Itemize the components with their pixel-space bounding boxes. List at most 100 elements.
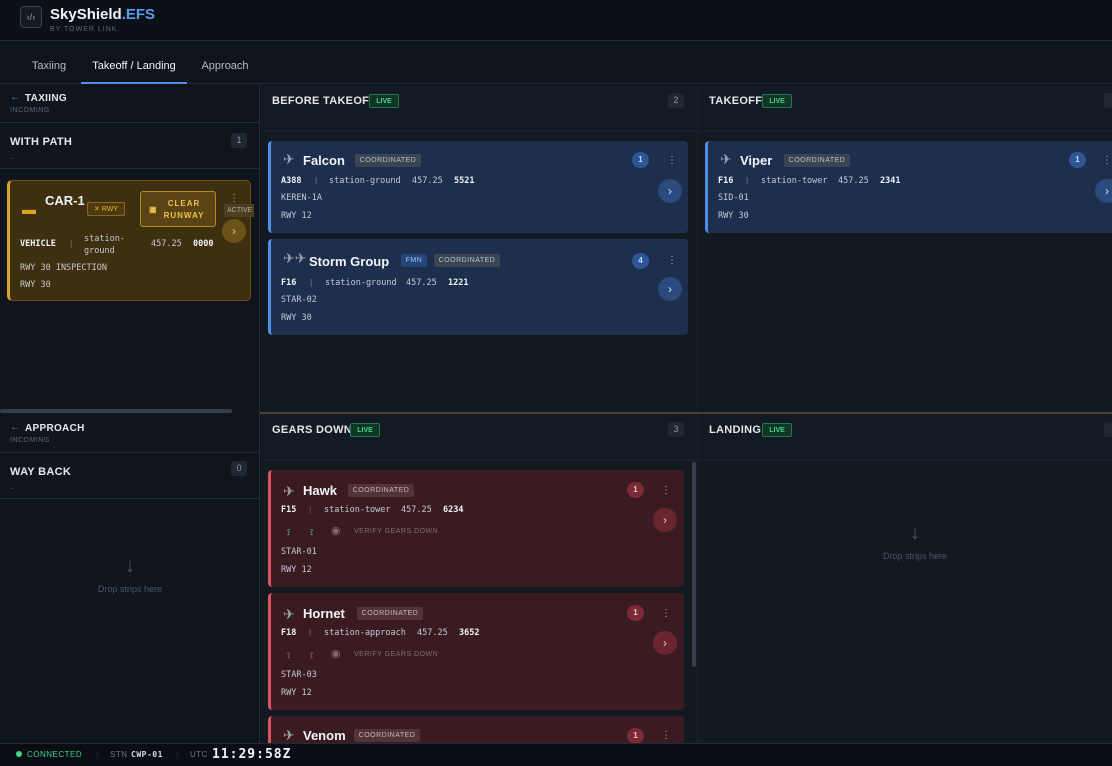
stn-label: STN bbox=[110, 750, 128, 759]
vertical-scrollbar[interactable] bbox=[692, 462, 696, 667]
frequency: 457.25 bbox=[412, 176, 443, 186]
tab-taxiing[interactable]: Taxiing bbox=[20, 41, 78, 84]
route: STAR-01 bbox=[281, 547, 317, 557]
callsign: Viper bbox=[740, 153, 773, 168]
drop-zone[interactable]: ↓ Drop strips here bbox=[698, 522, 1112, 561]
chevron-right-icon[interactable]: › bbox=[1095, 179, 1112, 203]
aircraft-type: F15 bbox=[281, 505, 297, 515]
separator: | bbox=[176, 750, 179, 759]
status-badge: COORDINATED bbox=[355, 154, 421, 167]
tab-bar: Taxiing Takeoff / Landing Approach bbox=[0, 41, 1112, 84]
more-menu-icon[interactable]: ⋮ bbox=[667, 255, 677, 266]
tab-approach[interactable]: Approach bbox=[192, 41, 258, 84]
status-badge: ACTIVE bbox=[224, 204, 254, 217]
approach-section-header: ← APPROACH INCOMING bbox=[0, 415, 260, 453]
station: station-ground bbox=[325, 278, 397, 288]
vehicle-strip-car-1[interactable]: ▬ CAR-1 ✕ RWY ▣ CLEAR RUNWAY ⋮ ACTIVE › V… bbox=[7, 180, 254, 301]
frequency: 457.25 bbox=[406, 278, 437, 288]
vehicle-freq: 457.25 bbox=[151, 239, 182, 249]
arrow-left-icon: ← bbox=[10, 422, 20, 433]
strip-storm-group[interactable]: ✈✈ Storm Group FMN COORDINATED 4 ⋮ › F16… bbox=[268, 239, 688, 335]
row-divider[interactable] bbox=[260, 412, 1112, 414]
count-badge: 1 bbox=[1069, 152, 1086, 168]
more-menu-icon[interactable]: ⋮ bbox=[661, 608, 671, 619]
chevron-right-icon[interactable]: › bbox=[658, 179, 682, 203]
count-badge: 1 bbox=[627, 728, 644, 744]
before-takeoff-header: BEFORE TAKEOFF LIVE 2 bbox=[261, 85, 697, 132]
takeoff-header: TAKEOFF LIVE bbox=[698, 85, 1112, 132]
utc-label: UTC bbox=[190, 750, 208, 759]
horizontal-scrollbar[interactable] bbox=[0, 409, 232, 413]
more-menu-icon[interactable]: ⋮ bbox=[229, 193, 239, 204]
more-menu-icon[interactable]: ⋮ bbox=[661, 730, 671, 741]
more-menu-icon[interactable]: ⋮ bbox=[667, 155, 677, 166]
aircraft-type: A388 bbox=[281, 176, 302, 186]
runway: RWY 12 bbox=[281, 565, 312, 575]
eye-icon[interactable]: ◉ bbox=[331, 647, 341, 660]
strip-hawk[interactable]: ✈ Hawk COORDINATED 1 ⋮ › F15 | station-t… bbox=[268, 470, 684, 587]
drop-zone[interactable]: ↓ Drop strips here bbox=[0, 555, 260, 594]
chevron-right-icon[interactable]: › bbox=[653, 631, 677, 655]
airplane-icon: ✈ bbox=[283, 727, 295, 743]
separator: | bbox=[96, 750, 99, 759]
strip-hornet[interactable]: ✈ Hornet COORDINATED 1 ⋮ › F18 | station… bbox=[268, 593, 684, 710]
strip-viper[interactable]: ✈ Viper COORDINATED 1 ⋮ › F16 | station-… bbox=[705, 141, 1112, 233]
strip-falcon[interactable]: ✈ Falcon COORDINATED 1 ⋮ › A388 | statio… bbox=[268, 141, 688, 233]
count-badge: 1 bbox=[627, 605, 644, 621]
app-name-accent: .EFS bbox=[121, 6, 156, 23]
eye-icon[interactable]: ◉ bbox=[331, 524, 341, 537]
taxiing-subtitle: INCOMING bbox=[10, 107, 50, 114]
aircraft-type: F18 bbox=[281, 628, 297, 638]
chevron-right-icon[interactable]: › bbox=[658, 277, 682, 301]
airplane-icon: ✈ bbox=[283, 483, 295, 499]
tab-takeoff-landing[interactable]: Takeoff / Landing bbox=[81, 41, 187, 84]
logo-icon: ‹/› bbox=[20, 6, 42, 28]
chevron-right-icon[interactable]: › bbox=[653, 508, 677, 532]
gear-up-icon: ⟟ bbox=[287, 650, 291, 660]
frequency: 457.25 bbox=[401, 505, 432, 515]
count-badge: 4 bbox=[632, 253, 649, 269]
landing-column bbox=[698, 461, 1112, 743]
way-back-count: 0 bbox=[231, 461, 247, 476]
chevron-right-icon[interactable]: › bbox=[222, 219, 246, 243]
live-badge: LIVE bbox=[369, 94, 399, 108]
vehicle-type: VEHICLE bbox=[20, 239, 56, 249]
taxiing-title: TAXIING bbox=[25, 93, 67, 104]
formation-badge: FMN bbox=[401, 254, 427, 267]
column-divider bbox=[697, 85, 698, 743]
landing-title: LANDING bbox=[709, 424, 762, 436]
gears-down-title: GEARS DOWN bbox=[272, 424, 352, 436]
app-header: ‹/› SkyShield.EFS BY TOWER LINK bbox=[0, 0, 1112, 41]
clear-runway-button[interactable]: ▣ CLEAR RUNWAY bbox=[140, 191, 216, 227]
vehicle-runway: RWY 30 bbox=[20, 280, 51, 290]
separator: | bbox=[309, 504, 312, 514]
count-badge: 1 bbox=[632, 152, 649, 168]
aircraft-type: F16 bbox=[281, 278, 297, 288]
before-takeoff-title: BEFORE TAKEOFF bbox=[272, 95, 377, 107]
formation-icon: ✈✈ bbox=[283, 250, 307, 266]
vehicle-station: station-ground bbox=[84, 234, 125, 256]
gear-down-icon: ⟟ bbox=[310, 527, 314, 537]
airplane-icon: ✈ bbox=[283, 606, 295, 622]
station: station-ground bbox=[329, 176, 401, 186]
vehicle-code: 0000 bbox=[193, 239, 214, 249]
landing-header: LANDING LIVE bbox=[698, 414, 1112, 461]
gear-down-icon: ⟟ bbox=[287, 527, 291, 537]
arrow-down-icon: ↓ bbox=[910, 522, 920, 544]
gear-up-icon: ⟟ bbox=[310, 650, 314, 660]
frequency: 457.25 bbox=[417, 628, 448, 638]
callsign: Hawk bbox=[303, 483, 337, 498]
arrow-down-icon: ↓ bbox=[125, 555, 135, 577]
callsign: Storm Group bbox=[309, 254, 390, 269]
live-badge: LIVE bbox=[350, 423, 380, 437]
app-name: SkyShield.EFS bbox=[50, 6, 155, 23]
callsign: Venom bbox=[303, 728, 346, 743]
more-menu-icon[interactable]: ⋮ bbox=[1102, 155, 1112, 166]
car-icon: ▬ bbox=[22, 201, 36, 217]
gears-down-count: 3 bbox=[668, 422, 684, 437]
strip-venom[interactable]: ✈ Venom COORDINATED 1 ⋮ bbox=[268, 716, 684, 744]
connection-dot bbox=[16, 751, 22, 757]
clear-icon: ▣ bbox=[149, 205, 158, 214]
more-menu-icon[interactable]: ⋮ bbox=[661, 485, 671, 496]
aircraft-type: F16 bbox=[718, 176, 734, 186]
